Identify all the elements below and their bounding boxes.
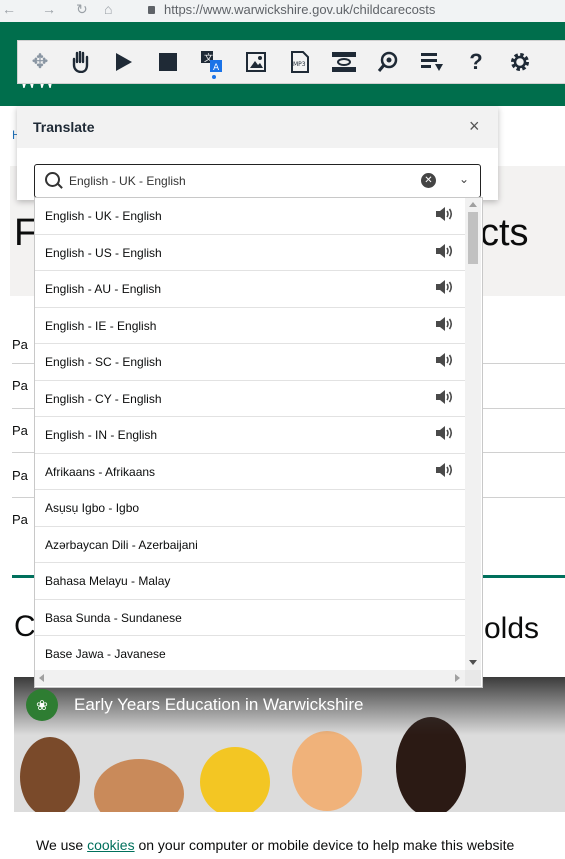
- speaker-icon[interactable]: [436, 316, 454, 331]
- language-option-label: Basa Sunda - Sundanese: [45, 610, 182, 625]
- language-option[interactable]: Afrikaans - Afrikaans: [35, 454, 465, 490]
- scroll-right-icon[interactable]: [455, 674, 460, 682]
- translate-header: Translate ×: [17, 106, 498, 148]
- language-option[interactable]: English - IE - English: [35, 308, 465, 344]
- help-icon[interactable]: ?: [462, 48, 490, 76]
- reload-icon[interactable]: ↻: [76, 1, 88, 18]
- horizontal-scrollbar[interactable]: [35, 670, 465, 686]
- back-icon[interactable]: ←: [2, 1, 16, 17]
- translate-icon[interactable]: 文A: [198, 48, 226, 76]
- video-player[interactable]: ❀ Early Years Education in Warwickshire: [14, 677, 565, 812]
- forward-icon[interactable]: →: [42, 1, 56, 17]
- translate-title: Translate: [33, 119, 95, 135]
- scroll-left-icon[interactable]: [39, 674, 44, 682]
- speaker-icon[interactable]: [436, 353, 454, 367]
- video-title[interactable]: Early Years Education in Warwickshire: [74, 695, 363, 715]
- section-heading-start: C: [14, 610, 36, 643]
- page-row-4[interactable]: Pa: [12, 468, 28, 483]
- page-row-3[interactable]: Pa: [12, 423, 28, 438]
- speaker-icon[interactable]: [436, 280, 454, 294]
- settings-icon[interactable]: [506, 48, 534, 76]
- magnifier-icon[interactable]: [374, 48, 402, 76]
- move-icon[interactable]: ✥: [26, 48, 54, 76]
- svg-text:MP3: MP3: [293, 61, 306, 68]
- scrollbar-corner: [465, 670, 481, 686]
- cartoon-child-2: [94, 759, 184, 812]
- stop-icon[interactable]: [154, 48, 182, 76]
- cartoon-child-4: [292, 731, 362, 811]
- picture-icon[interactable]: [242, 48, 270, 76]
- language-search-input[interactable]: [69, 172, 409, 190]
- language-option-label: English - IE - English: [45, 318, 157, 333]
- play-icon[interactable]: [110, 48, 138, 76]
- cookie-banner-text: We use cookies on your computer or mobil…: [36, 837, 515, 853]
- speaker-icon[interactable]: [436, 207, 454, 221]
- chevron-down-icon[interactable]: ⌄: [459, 172, 469, 186]
- language-option-label: Azərbaycan Dili - Azerbaijani: [45, 537, 198, 552]
- svg-text:A: A: [213, 63, 220, 73]
- vertical-scrollbar[interactable]: [465, 198, 481, 670]
- speaker-icon[interactable]: [436, 462, 454, 477]
- language-listbox[interactable]: Base Jawa - Javanese Basa Sunda - Sundane…: [34, 197, 483, 688]
- active-tool-indicator: [212, 75, 216, 79]
- language-option-label: English - UK - English: [45, 209, 162, 223]
- home-icon[interactable]: ⌂: [104, 1, 112, 17]
- screen-mask-icon[interactable]: [330, 48, 358, 76]
- language-option[interactable]: Asụsụ Igbo - Igbo: [35, 490, 465, 527]
- url-field[interactable]: https://www.warwickshire.gov.uk/childcar…: [148, 0, 565, 20]
- language-combobox[interactable]: ✕ ⌄: [34, 164, 481, 198]
- language-option-label: English - AU - English: [45, 282, 162, 296]
- scrollbar-thumb[interactable]: [468, 212, 478, 264]
- language-option[interactable]: English - CY - English: [35, 381, 465, 417]
- cartoon-child-1: [20, 737, 80, 812]
- language-option[interactable]: English - US - English: [35, 235, 465, 271]
- page-row-2[interactable]: Pa: [12, 378, 28, 393]
- scroll-down-icon[interactable]: [469, 660, 477, 665]
- cartoon-child-3: [200, 747, 270, 812]
- language-option-label: English - SC - English: [45, 355, 162, 369]
- language-option-label: Base Jawa - Javanese: [45, 647, 166, 661]
- language-option[interactable]: English - IN - English: [35, 417, 465, 454]
- language-option-label: English - IN - English: [45, 428, 158, 442]
- accessibility-toolbar: ✥ 文A MP3 ?: [17, 40, 565, 84]
- language-option[interactable]: English - SC - English: [35, 344, 465, 381]
- speaker-icon[interactable]: [436, 243, 454, 258]
- hand-icon[interactable]: [66, 48, 94, 76]
- channel-avatar[interactable]: ❀: [26, 689, 58, 721]
- speaker-icon[interactable]: [436, 389, 454, 404]
- language-option-label: Afrikaans - Afrikaans: [45, 464, 156, 479]
- language-option-label: English - US - English: [45, 245, 162, 260]
- cookies-link[interactable]: cookies: [87, 837, 134, 853]
- text-simplify-icon[interactable]: [418, 48, 446, 76]
- language-option[interactable]: Azərbaycan Dili - Azerbaijani: [35, 527, 465, 563]
- language-option-label: Bahasa Melayu - Malay: [45, 574, 171, 588]
- language-option[interactable]: English - AU - English: [35, 271, 465, 308]
- language-option-label: Asụsụ Igbo - Igbo: [45, 501, 140, 515]
- close-icon[interactable]: ×: [469, 116, 480, 137]
- clear-icon[interactable]: ✕: [421, 173, 436, 188]
- language-option[interactable]: Base Jawa - Javanese: [35, 636, 465, 673]
- mp3-icon[interactable]: MP3: [286, 48, 314, 76]
- language-option[interactable]: English - UK - English: [35, 198, 465, 235]
- page-row-5[interactable]: Pa: [12, 512, 28, 527]
- page-title-end: cts: [480, 212, 529, 254]
- page-row-1[interactable]: Pa: [12, 337, 28, 352]
- language-option[interactable]: Basa Sunda - Sundanese: [35, 600, 465, 636]
- language-option-label: English - CY - English: [45, 391, 162, 406]
- browser-address-bar: ← → ↻ ⌂ https://www.warwickshire.gov.uk/…: [0, 0, 565, 22]
- search-icon: [45, 172, 60, 187]
- scroll-up-icon[interactable]: [469, 202, 477, 207]
- speaker-icon[interactable]: [436, 426, 454, 440]
- language-option[interactable]: Bahasa Melayu - Malay: [35, 563, 465, 600]
